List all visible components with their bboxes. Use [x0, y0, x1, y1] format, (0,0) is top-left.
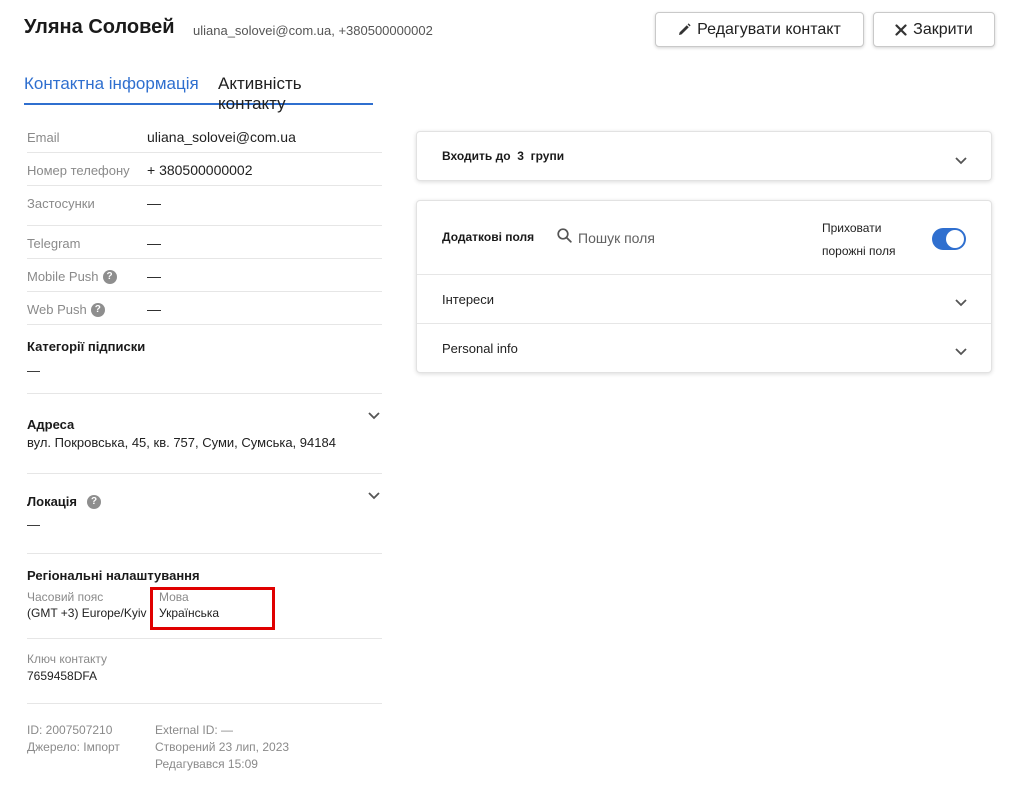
- address-value: вул. Покровська, 45, кв. 757, Суми, Сумс…: [27, 435, 336, 450]
- field-group-row[interactable]: Інтереси: [417, 275, 991, 324]
- groups-prefix: Входить до: [442, 149, 511, 163]
- channel-label: Email: [27, 130, 60, 145]
- contact-id: ID: 2007507210: [27, 723, 113, 737]
- field-search-input[interactable]: [578, 230, 748, 246]
- tab-contact-activity[interactable]: Активність контакту: [218, 74, 373, 114]
- channel-row-web-push: Web Push ? —: [27, 292, 382, 325]
- contact-key-value: 7659458DFA: [27, 669, 98, 683]
- channel-row-phone: Номер телефону + 380500000002: [27, 153, 382, 186]
- edited-date: Редагувався 15:09: [155, 757, 258, 771]
- additional-fields-title: Додаткові поля: [442, 230, 535, 244]
- hide-empty-toggle[interactable]: [932, 228, 966, 250]
- channel-row-email: Email uliana_solovei@com.ua: [27, 120, 382, 153]
- chevron-down-icon[interactable]: [955, 343, 967, 361]
- language-highlight-box: [150, 587, 275, 630]
- close-label: Закрити: [913, 20, 973, 38]
- chevron-down-icon[interactable]: [955, 294, 967, 312]
- channel-label: Застосунки: [27, 196, 95, 211]
- hide-empty-label-line2: порожні поля: [822, 244, 896, 258]
- chevron-down-icon[interactable]: [368, 492, 380, 504]
- pencil-icon: [678, 23, 691, 36]
- additional-fields-card: Додаткові поля Приховати порожні поля Ін…: [416, 200, 992, 373]
- channel-value: —: [147, 268, 161, 284]
- channel-label: Mobile Push: [27, 269, 99, 284]
- close-button[interactable]: Закрити: [873, 12, 995, 47]
- subscription-value: —: [27, 363, 40, 378]
- hide-empty-label-line1: Приховати: [822, 221, 882, 235]
- channel-row-telegram: Telegram —: [27, 226, 382, 259]
- contact-key-section: Ключ контакту 7659458DFA: [27, 639, 382, 704]
- channel-value: —: [147, 235, 161, 251]
- timezone-label: Часовий пояс: [27, 590, 104, 604]
- field-group-row[interactable]: Personal info: [417, 324, 991, 373]
- field-search: [557, 227, 757, 249]
- contact-tabs: Контактна інформація Активність контакту: [24, 72, 373, 113]
- edit-contact-button[interactable]: Редагувати контакт: [655, 12, 864, 47]
- groups-count: 3: [517, 149, 524, 163]
- help-icon[interactable]: ?: [102, 269, 117, 284]
- location-value: —: [27, 517, 40, 532]
- chevron-down-icon[interactable]: [368, 412, 380, 424]
- address-section: Адреса вул. Покровська, 45, кв. 757, Сум…: [27, 394, 382, 474]
- hide-empty-label: Приховати порожні поля: [822, 217, 922, 263]
- regional-title: Регіональні налаштування: [27, 568, 200, 583]
- groups-card[interactable]: Входить до 3 групи: [416, 131, 992, 181]
- address-title: Адреса: [27, 417, 75, 432]
- timezone-value: (GMT +3) Europe/Kyiv: [27, 606, 147, 620]
- contact-header: Уляна Соловей uliana_solovei@com.ua, +38…: [24, 0, 995, 60]
- chevron-down-icon[interactable]: [955, 152, 967, 170]
- edit-contact-label: Редагувати контакт: [697, 20, 841, 38]
- contact-info-panel: Email uliana_solovei@com.ua Номер телефо…: [27, 120, 382, 784]
- subscription-title: Категорії підписки: [27, 339, 146, 354]
- external-id: External ID: —: [155, 723, 234, 737]
- channel-label: Telegram: [27, 236, 81, 251]
- channel-label: Web Push: [27, 302, 87, 317]
- field-group-name: Інтереси: [442, 292, 495, 307]
- contact-key-label: Ключ контакту: [27, 652, 108, 666]
- contact-name: Уляна Соловей: [24, 16, 175, 38]
- help-icon[interactable]: ?: [87, 494, 101, 509]
- help-icon[interactable]: ?: [90, 302, 105, 317]
- field-group-name: Personal info: [442, 341, 518, 356]
- close-icon: [895, 23, 907, 36]
- meta-section: ID: 2007507210 Джерело: Імпорт External …: [27, 704, 382, 784]
- additional-fields-header: Додаткові поля Приховати порожні поля: [417, 201, 991, 275]
- channel-value: uliana_solovei@com.ua: [147, 129, 296, 145]
- contact-subtitle: uliana_solovei@com.ua, +380500000002: [193, 23, 433, 38]
- location-title: Локація: [27, 494, 77, 509]
- subscription-section: Категорії підписки —: [27, 325, 382, 394]
- toggle-knob: [946, 230, 964, 248]
- channel-row-mobile-push: Mobile Push ? —: [27, 259, 382, 292]
- channel-value: + 380500000002: [147, 162, 253, 178]
- tab-contact-info[interactable]: Контактна інформація: [24, 74, 199, 94]
- groups-title: Входить до 3 групи: [442, 149, 564, 163]
- location-section: Локація ? —: [27, 474, 382, 554]
- channel-label: Номер телефону: [27, 163, 130, 178]
- channel-value: —: [147, 195, 161, 211]
- contact-source: Джерело: Імпорт: [27, 740, 120, 754]
- channel-row-apps: Застосунки —: [27, 186, 382, 226]
- groups-suffix: групи: [530, 149, 565, 163]
- channel-value: —: [147, 301, 161, 317]
- search-icon: [557, 228, 572, 248]
- created-date: Створений 23 лип, 2023: [155, 740, 290, 754]
